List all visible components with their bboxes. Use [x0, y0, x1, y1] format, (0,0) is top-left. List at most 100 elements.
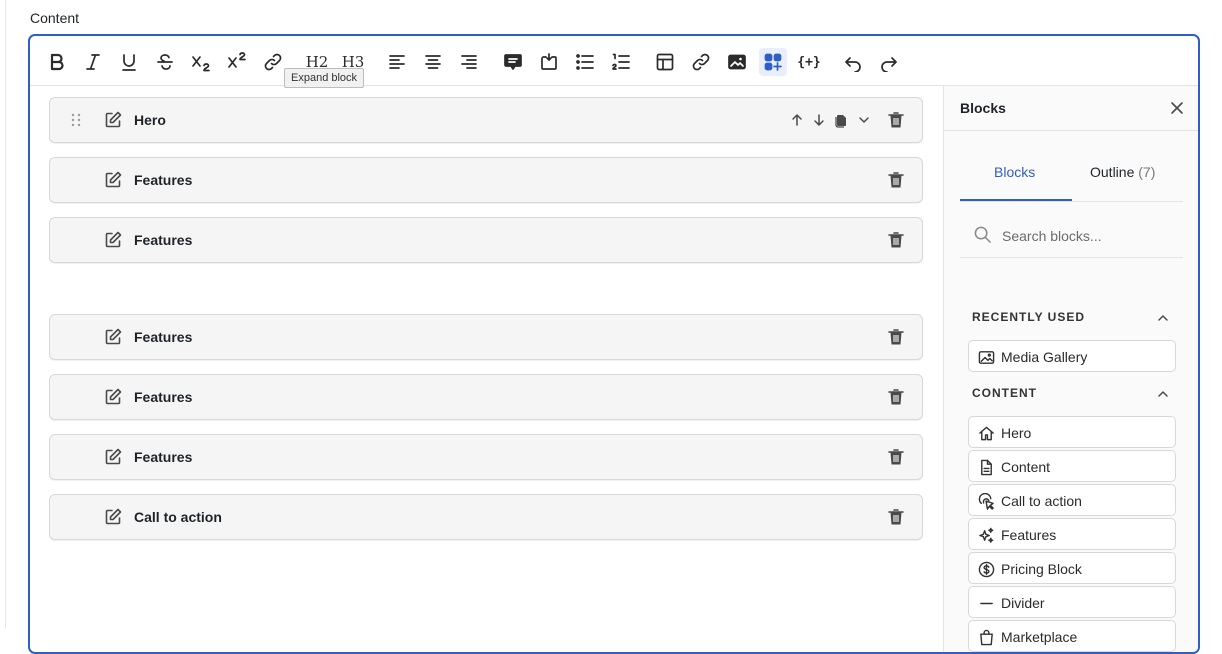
trash-icon[interactable]: [886, 110, 906, 130]
underline-button[interactable]: [115, 48, 143, 76]
block-item-pricing-block[interactable]: Pricing Block: [968, 552, 1176, 584]
block-item-label: Divider: [1001, 595, 1045, 611]
block-call-to-action[interactable]: Call to action: [49, 494, 923, 540]
block-item-label: Call to action: [1001, 493, 1082, 509]
align-left-button[interactable]: [383, 48, 411, 76]
table-button[interactable]: [651, 48, 679, 76]
table-icon: [656, 53, 674, 71]
link-icon: [692, 53, 710, 71]
superscript-button[interactable]: [223, 48, 251, 76]
tab-outline-label: Outline: [1090, 164, 1135, 180]
edit-icon[interactable]: [103, 110, 123, 130]
edit-icon[interactable]: [103, 507, 123, 527]
comment-button[interactable]: [499, 48, 527, 76]
subscript-button[interactable]: [187, 48, 215, 76]
align-left-icon: [389, 55, 405, 69]
block-item-call-to-action[interactable]: Call to action: [968, 484, 1176, 516]
search-input[interactable]: [1002, 224, 1177, 248]
edit-icon[interactable]: [103, 447, 123, 467]
numbered-list-button[interactable]: [607, 48, 635, 76]
content-section-header[interactable]: CONTENT: [972, 386, 1172, 404]
section-title: RECENTLY USED: [972, 310, 1086, 324]
redo-button[interactable]: [875, 48, 903, 76]
block-label: Hero: [134, 112, 166, 128]
block-features[interactable]: Features: [49, 434, 923, 480]
block-item-features[interactable]: Features: [968, 518, 1176, 550]
rich-text-editor[interactable]: H2 H3 {+} Expand block Hero Features Fea…: [28, 34, 1200, 654]
link-icon: [264, 53, 282, 71]
align-right-icon: [461, 55, 477, 69]
block-item-label: Hero: [1001, 425, 1032, 441]
undo-icon: [845, 57, 861, 72]
strikethrough-icon: [157, 54, 173, 70]
blocks-icon: [764, 53, 782, 71]
block-features[interactable]: Features: [49, 217, 923, 263]
block-features[interactable]: Features: [49, 374, 923, 420]
chevron-up-icon[interactable]: [1157, 311, 1169, 323]
chevron-down-icon[interactable]: [856, 112, 872, 128]
close-icon[interactable]: [1170, 101, 1184, 115]
block-list: Hero Features Features Features Features…: [30, 86, 943, 652]
bold-button[interactable]: [43, 48, 71, 76]
edit-icon[interactable]: [103, 327, 123, 347]
align-center-icon: [425, 55, 441, 69]
block-hero[interactable]: Hero: [49, 97, 923, 143]
image-icon: [978, 349, 995, 366]
tab-blocks[interactable]: Blocks: [994, 164, 1035, 180]
search-icon: [974, 226, 991, 243]
align-center-button[interactable]: [419, 48, 447, 76]
align-right-button[interactable]: [455, 48, 483, 76]
strikethrough-button[interactable]: [151, 48, 179, 76]
edit-icon[interactable]: [103, 170, 123, 190]
code-variable-label: {+}: [797, 54, 821, 70]
italic-button[interactable]: [79, 48, 107, 76]
trash-icon[interactable]: [886, 170, 906, 190]
block-item-hero[interactable]: Hero: [968, 416, 1176, 448]
superscript-icon: [228, 52, 246, 68]
block-item-divider[interactable]: Divider: [968, 586, 1176, 618]
subscript-icon: [192, 56, 210, 72]
block-item-label: Content: [1001, 459, 1051, 475]
recently-used-header[interactable]: RECENTLY USED: [972, 310, 1172, 328]
underline-icon: [122, 54, 136, 71]
edit-icon[interactable]: [103, 230, 123, 250]
duplicate-icon[interactable]: [833, 112, 849, 128]
block-item-marketplace[interactable]: Marketplace: [968, 620, 1176, 652]
block-label: Features: [134, 389, 193, 405]
link-button[interactable]: [259, 48, 287, 76]
move-down-icon[interactable]: [811, 112, 827, 128]
undo-button[interactable]: [839, 48, 867, 76]
redo-icon: [881, 57, 897, 72]
trash-icon[interactable]: [886, 447, 906, 467]
document-icon: [978, 459, 995, 476]
insert-link-button[interactable]: [687, 48, 715, 76]
page-divider: [5, 0, 6, 628]
block-features[interactable]: Features: [49, 314, 923, 360]
chevron-up-icon[interactable]: [1157, 387, 1169, 399]
trash-icon[interactable]: [886, 387, 906, 407]
italic-icon: [86, 54, 100, 70]
block-label: Features: [134, 172, 193, 188]
bold-icon: [50, 53, 64, 71]
trash-icon[interactable]: [886, 507, 906, 527]
tab-outline[interactable]: Outline (7): [1090, 164, 1155, 180]
image-button[interactable]: [723, 48, 751, 76]
blocks-button[interactable]: [759, 48, 787, 76]
shopping-bag-icon: [978, 629, 995, 646]
block-features[interactable]: Features: [49, 157, 923, 203]
callout-button[interactable]: [535, 48, 563, 76]
block-label: Features: [134, 449, 193, 465]
trash-icon[interactable]: [886, 327, 906, 347]
block-item-content[interactable]: Content: [968, 450, 1176, 482]
bullet-list-button[interactable]: [571, 48, 599, 76]
block-item-media-gallery[interactable]: Media Gallery: [968, 340, 1176, 372]
code-variable-button[interactable]: {+}: [795, 48, 823, 76]
drag-handle-icon[interactable]: [68, 111, 84, 129]
block-label: Features: [134, 329, 193, 345]
block-item-label: Marketplace: [1001, 629, 1078, 645]
block-item-label: Features: [1001, 527, 1057, 543]
block-search: [960, 216, 1183, 258]
edit-icon[interactable]: [103, 387, 123, 407]
move-up-icon[interactable]: [789, 112, 805, 128]
trash-icon[interactable]: [886, 230, 906, 250]
